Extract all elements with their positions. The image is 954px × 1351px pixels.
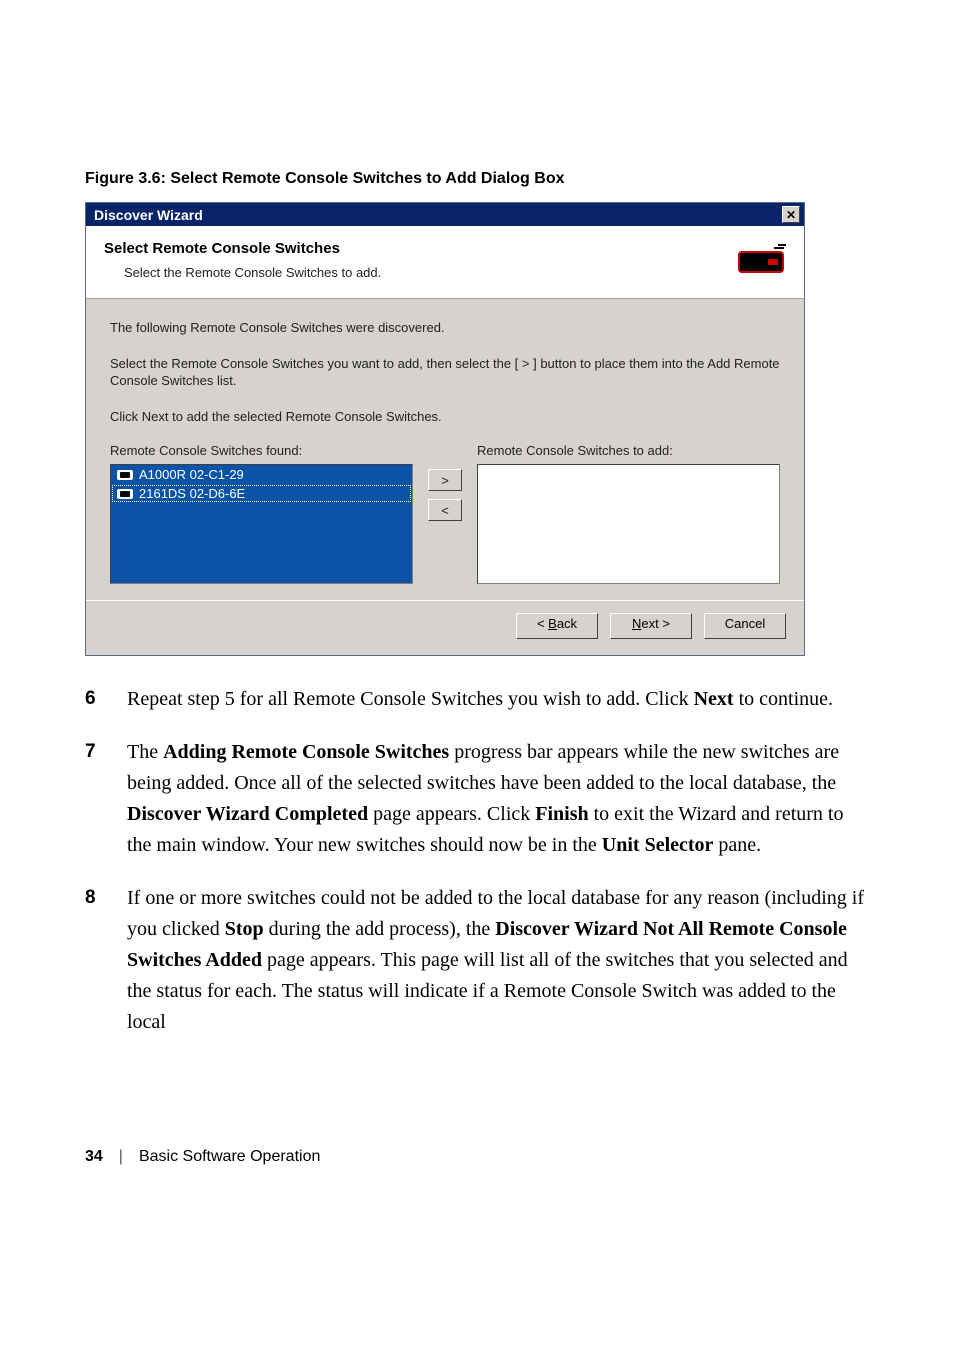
body-text-1: The following Remote Console Switches we… <box>110 319 780 337</box>
footer-section: Basic Software Operation <box>139 1148 320 1166</box>
page-number: 34 <box>85 1148 103 1166</box>
close-icon[interactable]: ✕ <box>782 206 800 223</box>
found-list[interactable]: A1000R 02-C1-29 2161DS 02-D6-6E <box>110 464 413 584</box>
body-text-3: Click Next to add the selected Remote Co… <box>110 408 780 426</box>
window-title: Discover Wizard <box>94 207 203 223</box>
dialog-heading: Select Remote Console Switches <box>104 240 786 257</box>
back-button[interactable]: < Back <box>516 613 598 639</box>
found-list-label: Remote Console Switches found: <box>110 443 413 458</box>
move-left-button[interactable]: < <box>428 499 462 521</box>
list-item[interactable]: 2161DS 02-D6-6E <box>111 484 412 503</box>
list-item-label: A1000R 02-C1-29 <box>139 467 244 482</box>
instruction-steps: 6 Repeat step 5 for all Remote Console S… <box>85 684 869 1038</box>
discover-wizard-dialog: Discover Wizard ✕ Select Remote Console … <box>85 202 805 656</box>
body-text-2: Select the Remote Console Switches you w… <box>110 355 780 390</box>
list-item[interactable]: A1000R 02-C1-29 <box>111 465 412 484</box>
step-number: 7 <box>85 737 103 861</box>
list-item-label: 2161DS 02-D6-6E <box>139 486 245 501</box>
footer-separator: | <box>119 1148 123 1166</box>
dialog-body: The following Remote Console Switches we… <box>86 299 804 600</box>
step-text: If one or more switches could not be add… <box>127 883 869 1038</box>
next-button[interactable]: Next > <box>610 613 692 639</box>
figure-caption: Figure 3.6: Select Remote Console Switch… <box>85 170 869 188</box>
dialog-footer: < Back Next > Cancel <box>86 600 804 655</box>
move-right-button[interactable]: > <box>428 469 462 491</box>
dialog-header: Select Remote Console Switches Select th… <box>86 226 804 299</box>
toadd-list[interactable] <box>477 464 780 584</box>
toadd-list-label: Remote Console Switches to add: <box>477 443 780 458</box>
step-text: The Adding Remote Console Switches progr… <box>127 737 869 861</box>
dialog-subheading: Select the Remote Console Switches to ad… <box>104 265 786 280</box>
switch-icon <box>738 242 786 285</box>
cancel-button[interactable]: Cancel <box>704 613 786 639</box>
switch-small-icon <box>117 470 133 480</box>
switch-small-icon <box>117 489 133 499</box>
step-number: 6 <box>85 684 103 715</box>
title-bar: Discover Wizard ✕ <box>86 203 804 226</box>
step-number: 8 <box>85 883 103 1038</box>
step-text: Repeat step 5 for all Remote Console Swi… <box>127 684 869 715</box>
page-footer: 34 | Basic Software Operation <box>85 1148 869 1166</box>
